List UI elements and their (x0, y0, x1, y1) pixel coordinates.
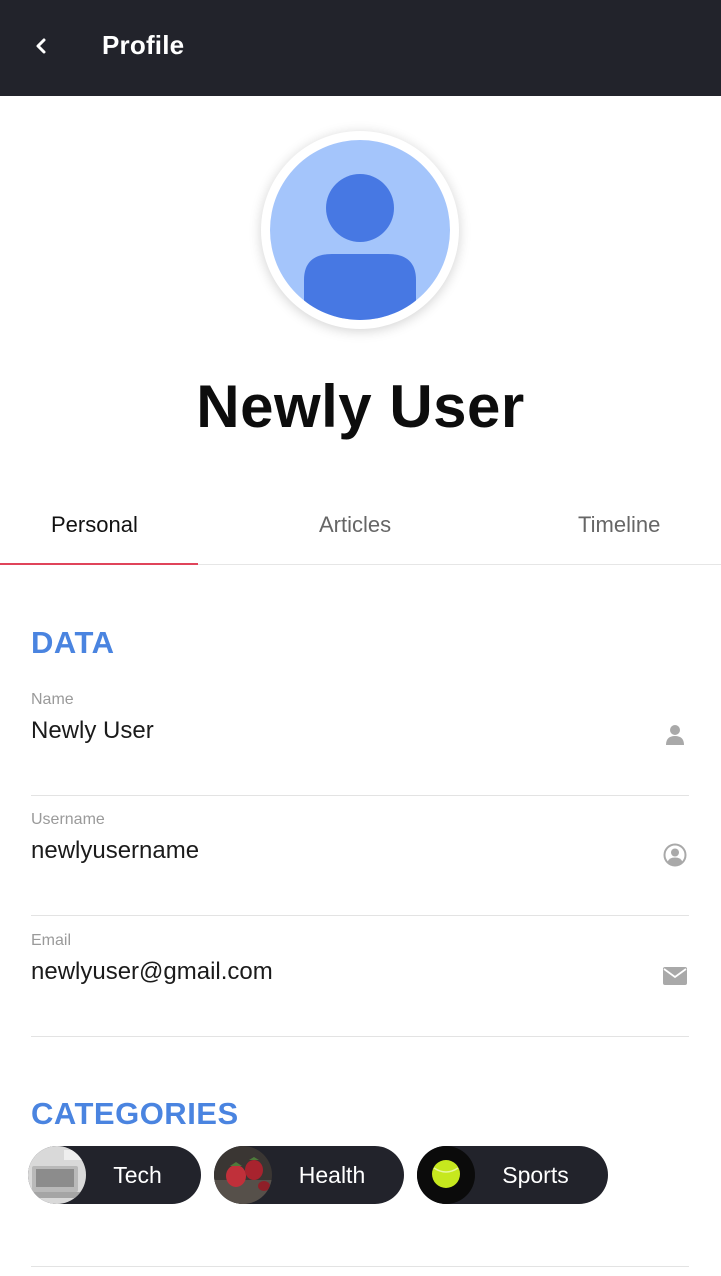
categories-section-title: CATEGORIES (31, 1096, 239, 1131)
email-field-label: Email (31, 932, 72, 949)
tab-timeline[interactable]: Timeline (578, 512, 660, 538)
avatar[interactable] (261, 131, 459, 329)
tab-personal[interactable]: Personal (51, 512, 138, 538)
category-chip-sports[interactable]: Sports (417, 1146, 608, 1204)
active-tab-indicator (0, 563, 198, 565)
email-field-value: newlyuser@gmail.com (31, 958, 273, 985)
page-title: Profile (102, 30, 185, 60)
category-chip-label: Health (298, 1161, 366, 1188)
envelope-icon (663, 964, 687, 988)
category-chip-tech[interactable]: Tech (28, 1146, 201, 1204)
category-chip-label: Sports (502, 1161, 569, 1188)
data-section-title: DATA (31, 625, 115, 660)
tab-articles[interactable]: Articles (319, 512, 391, 538)
profile-name: Newly User (196, 373, 525, 440)
back-button[interactable] (24, 28, 58, 64)
name-field-label: Name (31, 691, 74, 708)
strawberries-image (214, 1146, 272, 1204)
user-icon (663, 723, 687, 747)
username-field-value: newlyusername (31, 837, 200, 864)
email-field: Email newlyuser@gmail.com (31, 916, 689, 1037)
bottom-divider (31, 1266, 689, 1267)
username-field: Username newlyusername (31, 795, 689, 916)
user-avatar-icon (270, 140, 450, 320)
tennis-ball-image (417, 1146, 475, 1204)
name-field: Name Newly User (31, 675, 689, 796)
user-circle-icon (663, 843, 687, 867)
category-chip-health[interactable]: Health (214, 1146, 404, 1204)
name-field-value: Newly User (31, 717, 154, 744)
laptop-image (28, 1146, 86, 1204)
app-header: Profile (0, 0, 721, 96)
chevron-left-icon (36, 38, 46, 54)
username-field-label: Username (31, 811, 105, 828)
profile-tabs: Personal Articles Timeline (0, 490, 721, 565)
category-chip-label: Tech (113, 1161, 162, 1188)
